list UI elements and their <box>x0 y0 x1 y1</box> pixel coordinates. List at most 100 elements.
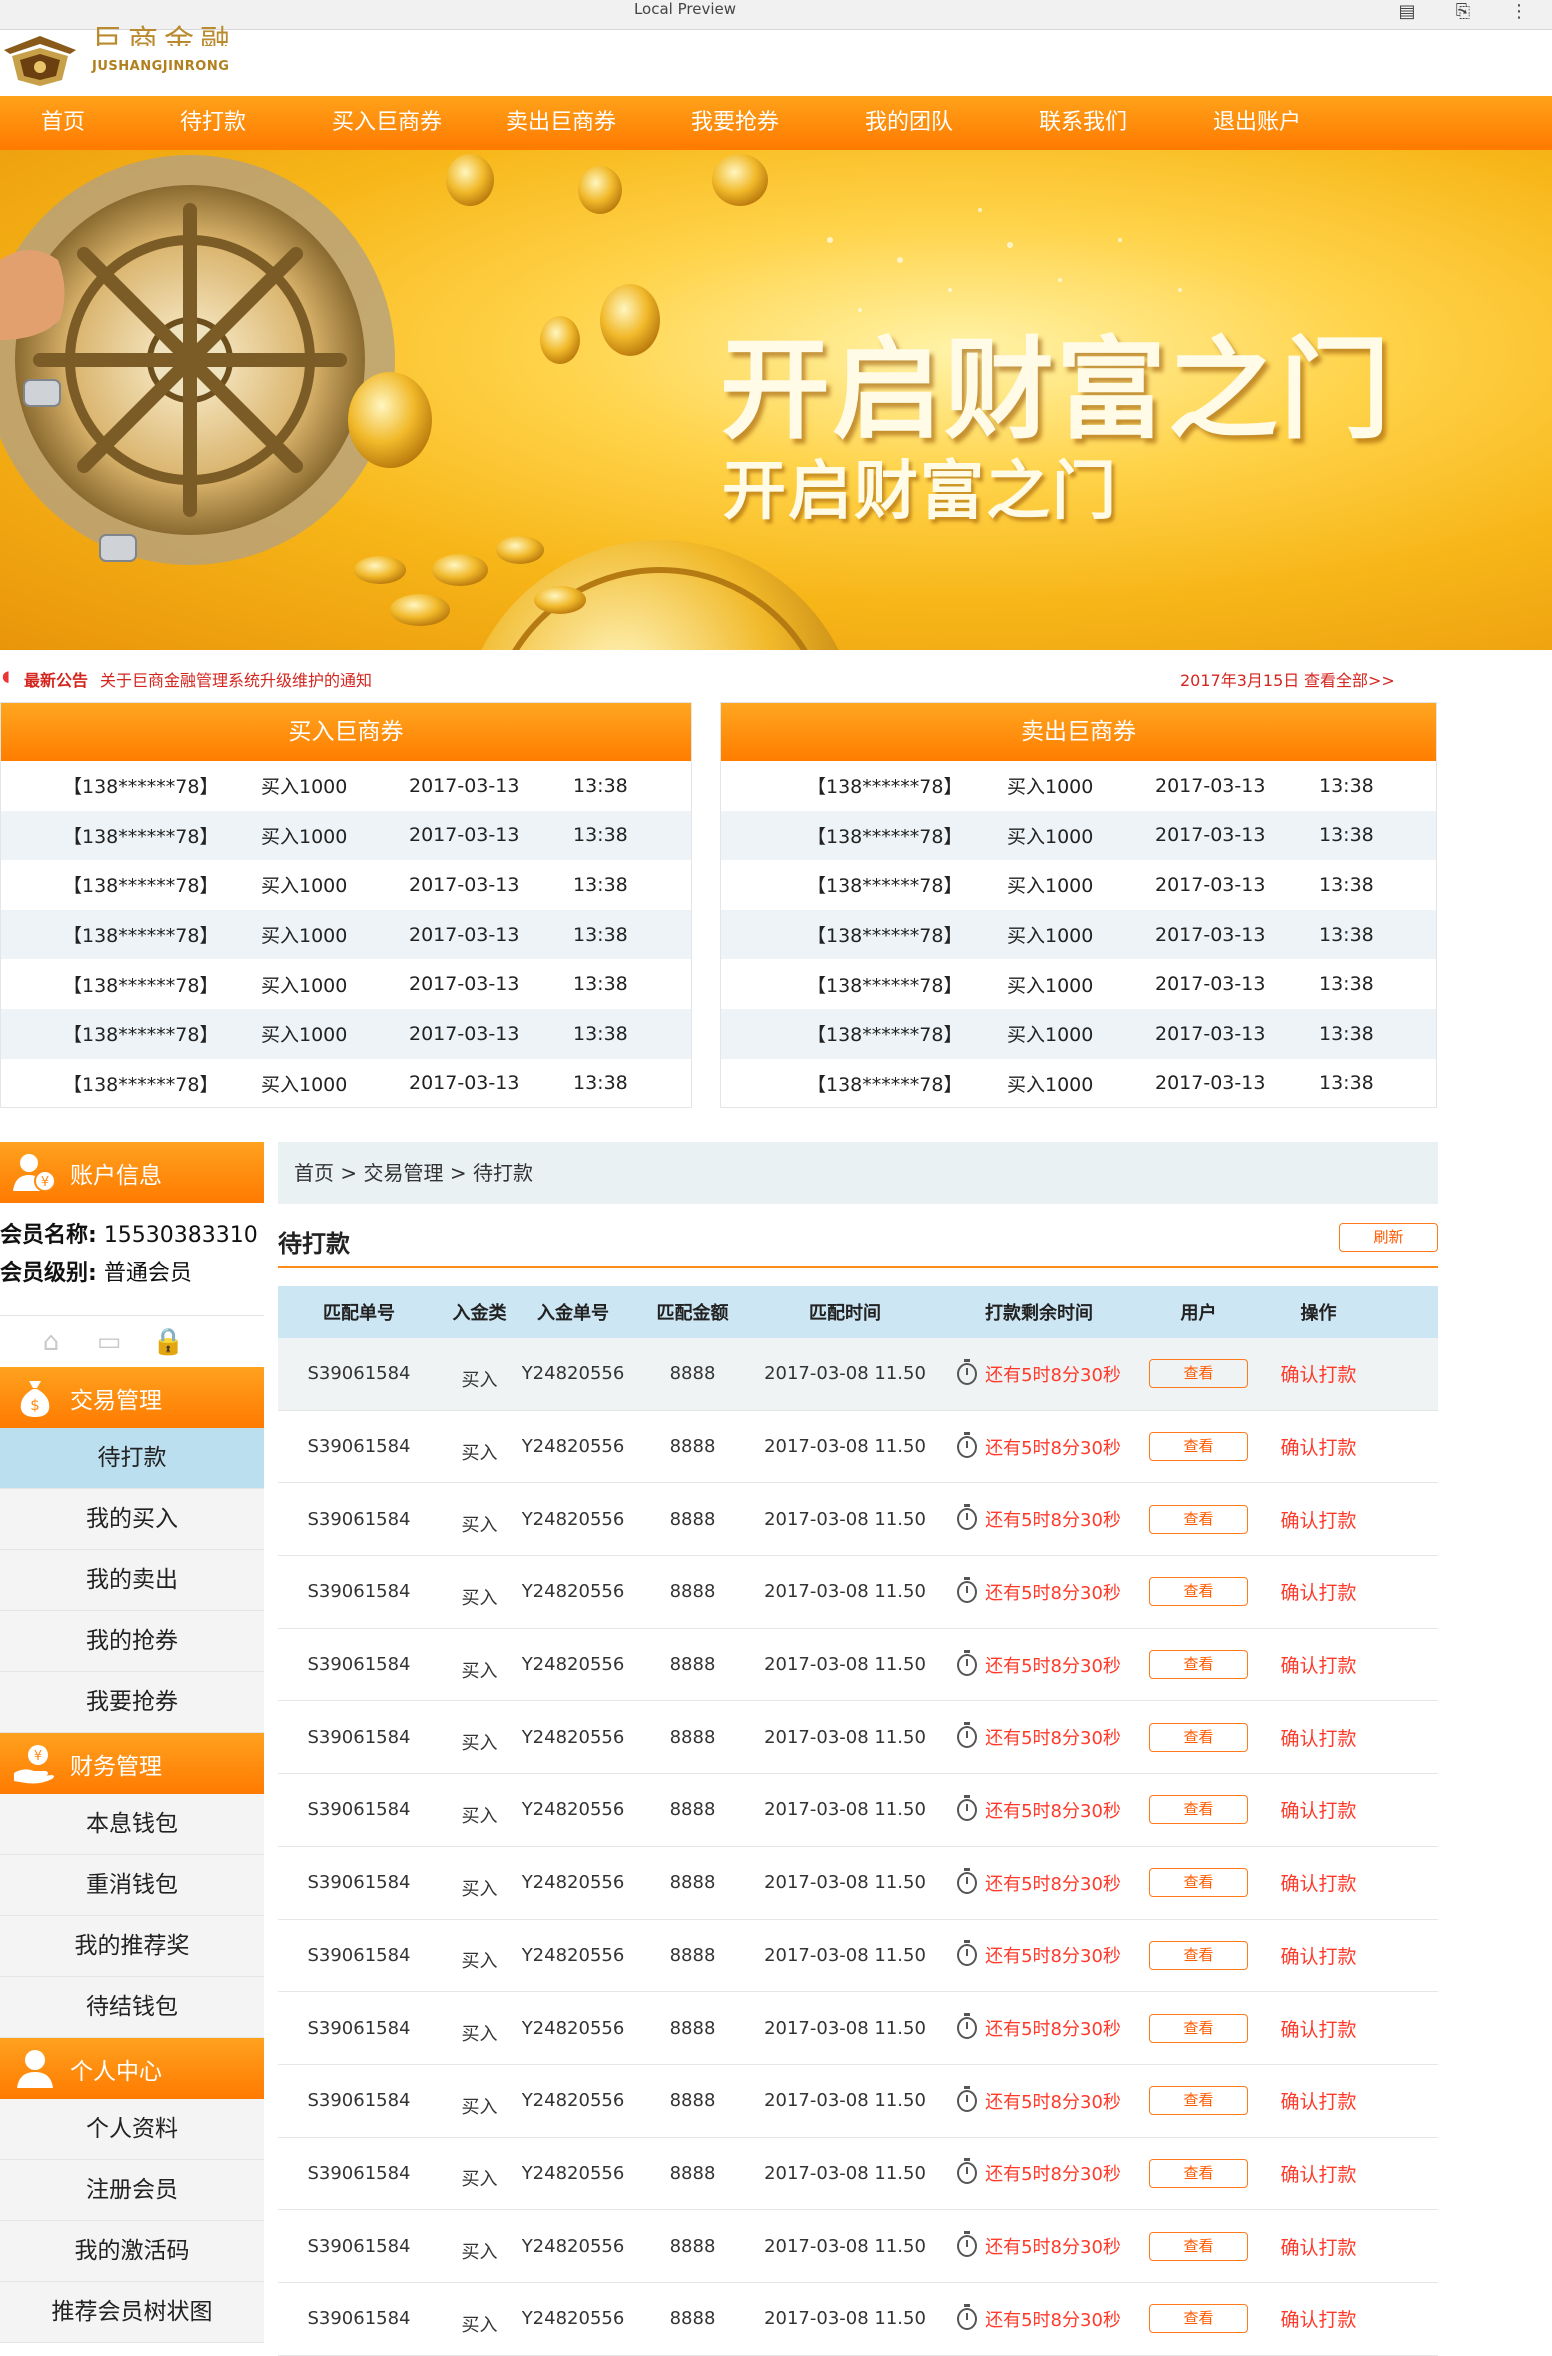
sidebar-item[interactable]: 重消钱包 <box>0 1855 264 1916</box>
view-user-button[interactable]: 查看 <box>1149 1650 1248 1680</box>
user-cell: 查看 <box>1146 2231 1251 2261</box>
nav-logout[interactable]: 退出账户 <box>1170 96 1344 150</box>
nav-my-team[interactable]: 我的团队 <box>822 96 996 150</box>
sidebar-item[interactable]: 推荐会员树状图 <box>0 2282 264 2343</box>
confirm-payment-link[interactable]: 确认打款 <box>1280 1433 1356 1460</box>
nav-grab-coupon[interactable]: 我要抢券 <box>648 96 822 150</box>
deposit-type-cell: 买入 <box>461 2096 498 2118</box>
remaining-time-text: 还有5时8分30秒 <box>985 1364 1121 1386</box>
amount-cell: 8888 <box>669 1799 716 1821</box>
trade-time: 13:38 <box>573 824 628 847</box>
lock-icon[interactable]: 🔒 <box>152 1328 184 1356</box>
deposit-type-cell: 买入 <box>461 1878 498 1900</box>
user-cell: 查看 <box>1146 1504 1251 1534</box>
view-user-button[interactable]: 查看 <box>1149 2013 1248 2043</box>
confirm-payment-link[interactable]: 确认打款 <box>1280 1651 1356 1678</box>
sell-board-row: 【138******78】 买入1000 2017-03-13 13:38 <box>721 761 1436 811</box>
countdown: 还有5时8分30秒 <box>957 1576 1121 1605</box>
view-user-button[interactable]: 查看 <box>1149 1504 1248 1534</box>
order-no-cell: Y24820556 <box>521 1944 625 1966</box>
confirm-payment-link[interactable]: 确认打款 <box>1280 1942 1356 1969</box>
view-user-button[interactable]: 查看 <box>1149 1359 1248 1389</box>
sidebar-item[interactable]: 本息钱包 <box>0 1794 264 1855</box>
document-icon[interactable]: ⎘ <box>1452 0 1474 22</box>
nav-sell-coupon[interactable]: 卖出巨商券 <box>474 96 648 150</box>
countdown: 还有5时8分30秒 <box>957 1431 1121 1460</box>
more-menu-icon[interactable]: ⋮ <box>1508 0 1530 22</box>
refresh-button[interactable]: 刷新 <box>1339 1223 1438 1252</box>
remaining-time-text: 还有5时8分30秒 <box>985 2309 1121 2331</box>
sidebar-item[interactable]: 我的卖出 <box>0 1550 264 1611</box>
match-no-cell: S39061584 <box>307 2235 411 2257</box>
confirm-payment-link[interactable]: 确认打款 <box>1280 1724 1356 1751</box>
trade-date: 2017-03-13 <box>1155 1072 1266 1095</box>
trade-time: 13:38 <box>1319 824 1374 847</box>
view-user-button[interactable]: 查看 <box>1149 2304 1248 2334</box>
view-user-button[interactable]: 查看 <box>1149 1795 1248 1825</box>
buy-board-title: 买入巨商券 <box>1 703 691 761</box>
trade-time: 13:38 <box>573 873 628 896</box>
sidebar-section-header[interactable]: 个人中心 <box>0 2038 264 2099</box>
confirm-payment-link[interactable]: 确认打款 <box>1280 1869 1356 1896</box>
table-row: S39061584 买入 Y24820556 8888 2017-03-08 11.50… <box>278 1701 1438 1775</box>
user-cell: 查看 <box>1146 1577 1251 1607</box>
trade-date: 2017-03-13 <box>1155 873 1266 896</box>
amount-cell: 8888 <box>669 1363 716 1385</box>
reader-icon[interactable]: ▤ <box>1396 0 1418 22</box>
sidebar-section-header[interactable]: $ 交易管理 <box>0 1367 264 1428</box>
sidebar-item[interactable]: 我的抢券 <box>0 1611 264 1672</box>
sidebar-item[interactable]: 待打款 <box>0 1428 264 1489</box>
sidebar-item[interactable]: 我的激活码 <box>0 2221 264 2282</box>
view-user-button[interactable]: 查看 <box>1149 1868 1248 1898</box>
sidebar-item[interactable]: 注册会员 <box>0 2160 264 2221</box>
view-user-button[interactable]: 查看 <box>1149 1577 1248 1607</box>
view-user-button[interactable]: 查看 <box>1149 1940 1248 1970</box>
remaining-time-cell: 还有5时8分30秒 <box>932 1649 1146 1678</box>
confirm-payment-link[interactable]: 确认打款 <box>1280 2087 1356 2114</box>
match-time-cell: 2017-03-08 11.50 <box>764 2235 926 2257</box>
sidebar-section-header[interactable]: ¥ 财务管理 <box>0 1733 264 1794</box>
sidebar-item[interactable]: 待结钱包 <box>0 1977 264 2038</box>
view-user-button[interactable]: 查看 <box>1149 2086 1248 2116</box>
view-user-button[interactable]: 查看 <box>1149 2231 1248 2261</box>
stopwatch-icon <box>957 1431 978 1458</box>
stopwatch-icon <box>957 1940 978 1967</box>
remaining-time-text: 还有5时8分30秒 <box>985 2019 1121 2041</box>
confirm-payment-link[interactable]: 确认打款 <box>1280 2160 1356 2187</box>
nav-pending-payment[interactable]: 待打款 <box>126 96 300 150</box>
deposit-type-cell: 买入 <box>461 1515 498 1537</box>
nav-home[interactable]: 首页 <box>0 96 126 150</box>
nav-contact[interactable]: 联系我们 <box>996 96 1170 150</box>
countdown: 还有5时8分30秒 <box>957 2231 1121 2259</box>
account-tools: ⌂ ▭ 🔒 <box>0 1315 264 1367</box>
view-user-button[interactable]: 查看 <box>1149 2158 1248 2188</box>
card-icon[interactable]: ▭ <box>94 1328 124 1356</box>
nav-buy-coupon[interactable]: 买入巨商券 <box>300 96 474 150</box>
sidebar-item[interactable]: 我的推荐奖 <box>0 1916 264 1977</box>
confirm-payment-link[interactable]: 确认打款 <box>1280 2305 1356 2332</box>
confirm-payment-link[interactable]: 确认打款 <box>1280 1796 1356 1823</box>
sidebar-item[interactable]: 我的买入 <box>0 1489 264 1550</box>
trade-amount: 买入1000 <box>261 875 348 898</box>
user-cell: 查看 <box>1146 1432 1251 1462</box>
table-header: 匹配单号 入金类 入金单号 匹配金额 匹配时间 打款剩余时间 用户 操作 <box>278 1286 1438 1338</box>
breadcrumb: 首页 > 交易管理 > 待打款 <box>278 1142 1438 1204</box>
sidebar-item[interactable]: 我要抢券 <box>0 1672 264 1733</box>
view-user-button[interactable]: 查看 <box>1149 1722 1248 1752</box>
confirm-payment-link[interactable]: 确认打款 <box>1280 2015 1356 2042</box>
announcement-link[interactable]: 关于巨商金融管理系统升级维护的通知 <box>100 667 372 691</box>
sidebar-item[interactable]: 个人资料 <box>0 2099 264 2160</box>
countdown: 还有5时8分30秒 <box>957 1867 1121 1896</box>
view-user-button[interactable]: 查看 <box>1149 1432 1248 1462</box>
trade-amount: 买入1000 <box>1007 1024 1094 1047</box>
confirm-payment-link[interactable]: 确认打款 <box>1280 1506 1356 1533</box>
stopwatch-icon <box>957 2231 978 2258</box>
home-icon[interactable]: ⌂ <box>36 1328 66 1356</box>
buy-board-row: 【138******78】 买入1000 2017-03-13 13:38 <box>1 1059 691 1109</box>
confirm-payment-link[interactable]: 确认打款 <box>1280 2233 1356 2260</box>
match-no-cell: S39061584 <box>307 2162 411 2184</box>
remaining-time-cell: 还有5时8分30秒 <box>932 1867 1146 1896</box>
view-all-link[interactable]: 查看全部>> <box>1304 667 1395 691</box>
confirm-payment-link[interactable]: 确认打款 <box>1280 1578 1356 1605</box>
confirm-payment-link[interactable]: 确认打款 <box>1280 1360 1356 1387</box>
